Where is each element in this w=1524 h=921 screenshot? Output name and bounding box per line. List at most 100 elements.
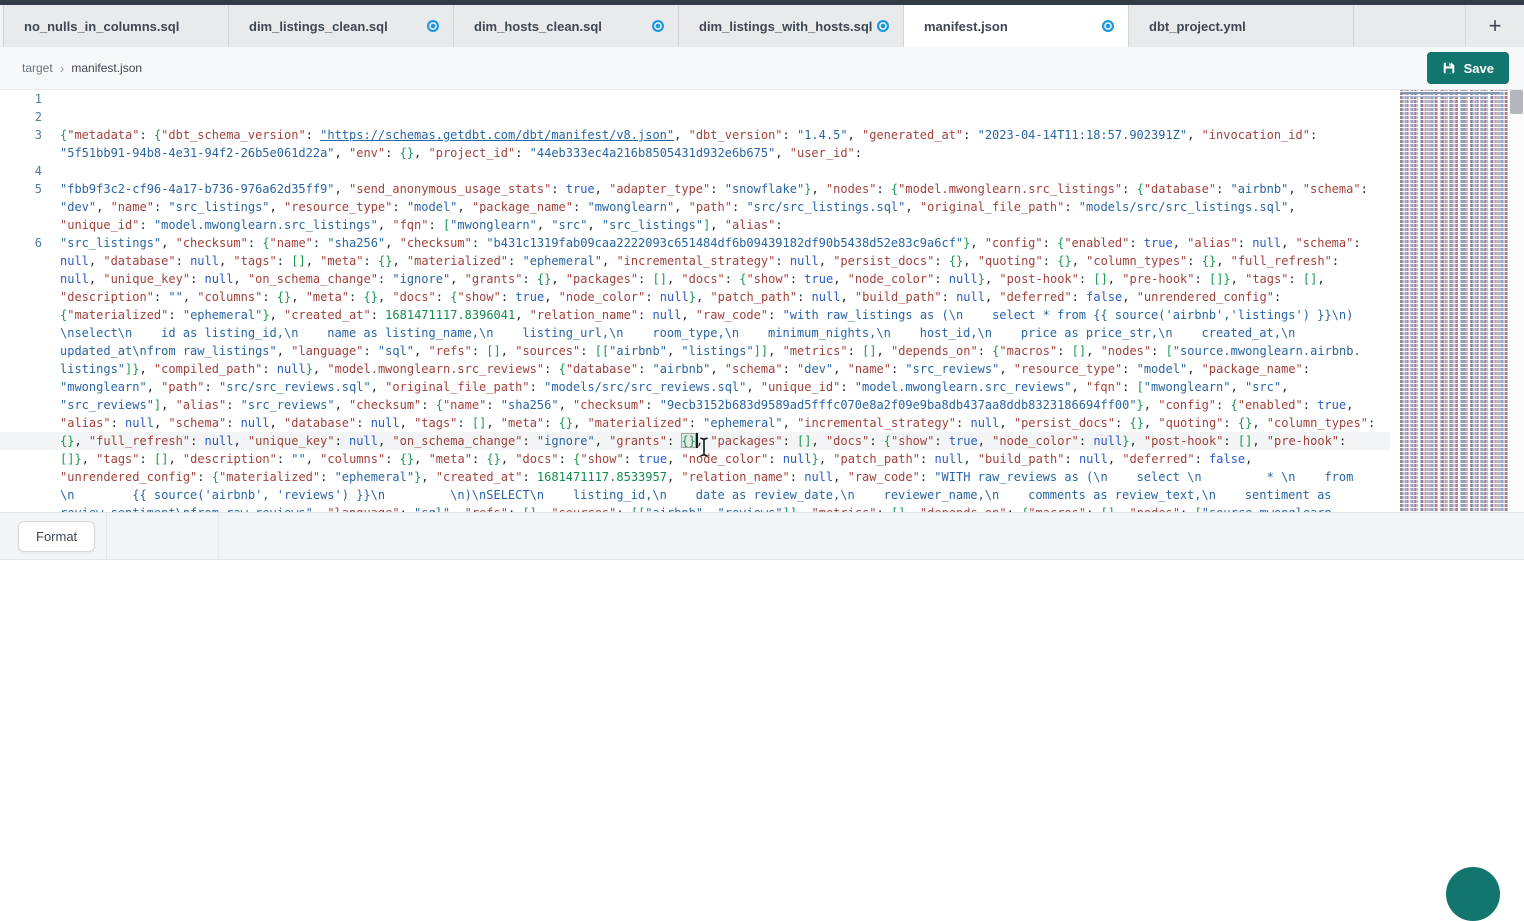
help-floating-button[interactable] [1446,867,1500,921]
editor-line[interactable]: 3{"metadata": {"dbt_schema_version": "ht… [0,126,1390,144]
editor-line[interactable]: "alias": null, "schema": null, "database… [0,414,1390,432]
editor-line[interactable]: \n {{ source('airbnb', 'reviews') }}\n \… [0,486,1390,504]
line-content: "fbb9f3c2-cf96-4a17-b736-976a62d35ff9", … [60,180,1390,198]
line-content: "description": "", "columns": {}, "meta"… [60,288,1390,306]
line-number [0,468,60,486]
line-number [0,288,60,306]
line-number [0,324,60,342]
tab-label: dbt_project.yml [1149,19,1246,34]
line-number [0,432,60,450]
editor-tab-bar: no_nulls_in_columns.sql dim_listings_clea… [0,5,1524,47]
line-content: null, "unique_key": null, "on_schema_cha… [60,270,1390,288]
line-content: "dev", "name": "src_listings", "resource… [60,198,1390,216]
editor-line[interactable]: "mwonglearn", "path": "src/src_reviews.s… [0,378,1390,396]
minimap[interactable] [1400,90,1508,512]
code-editor[interactable]: 123{"metadata": {"dbt_schema_version": "… [0,90,1524,512]
line-number [0,270,60,288]
editor-line[interactable]: {"materialized": "ephemeral"}, "created_… [0,306,1390,324]
line-content: {"metadata": {"dbt_schema_version": "htt… [60,126,1390,144]
editor-line[interactable]: {}, "full_refresh": null, "unique_key": … [0,432,1390,450]
editor-line[interactable]: "unique_id": "model.mwonglearn.src_listi… [0,216,1390,234]
line-content: []}, "tags": [], "description": "", "col… [60,450,1390,468]
line-number [0,504,60,512]
mouse-ibeam-cursor [697,436,711,458]
breadcrumb-file: manifest.json [71,61,142,75]
tab-label: dim_listings_with_hosts.sql [699,19,872,34]
unsaved-changes-dot-icon [1102,20,1114,32]
line-number [0,252,60,270]
editor-line[interactable]: 2 [0,108,1390,126]
breadcrumb-bar: target › manifest.json Save [0,47,1524,90]
tab-no_nulls_in_columns.sql[interactable]: no_nulls_in_columns.sql [4,5,229,47]
editor-line[interactable]: "5f51bb91-94b8-4e31-94f2-26b5e061d22a", … [0,144,1390,162]
editor-line[interactable]: 4 [0,162,1390,180]
editor-line[interactable]: "description": "", "columns": {}, "meta"… [0,288,1390,306]
unsaved-changes-dot-icon [652,20,664,32]
line-content: "mwonglearn", "path": "src/src_reviews.s… [60,378,1390,396]
line-number [0,360,60,378]
editor-line[interactable]: []}, "tags": [], "description": "", "col… [0,450,1390,468]
save-floppy-icon [1442,61,1456,75]
line-content: "unrendered_config": {"materialized": "e… [60,468,1390,486]
line-content: \nselect\n id as listing_id,\n name as l… [60,324,1390,342]
editor-action-bar: Format [0,512,1524,560]
tab-dim_listings_with_hosts.sql[interactable]: dim_listings_with_hosts.sql [679,5,904,47]
editor-line[interactable]: updated_at\nfrom raw_listings", "languag… [0,342,1390,360]
editor-line[interactable]: listings"]}, "compiled_path": null}, "mo… [0,360,1390,378]
line-number [0,396,60,414]
line-content [60,108,1390,126]
unsaved-changes-dot-icon [877,20,889,32]
format-button[interactable]: Format [18,521,95,552]
tab-dim_listings_clean.sql[interactable]: dim_listings_clean.sql [229,5,454,47]
new-tab-button[interactable]: + [1466,5,1524,47]
line-content: "src_reviews"], "alias": "src_reviews", … [60,396,1390,414]
breadcrumb-folder: target [22,61,53,75]
action-bar-divider [106,513,107,559]
save-button[interactable]: Save [1427,52,1509,84]
editor-line[interactable]: null, "database": null, "tags": [], "met… [0,252,1390,270]
tab-label: dim_listings_clean.sql [249,19,388,34]
line-number [0,216,60,234]
editor-line[interactable]: "unrendered_config": {"materialized": "e… [0,468,1390,486]
line-number [0,378,60,396]
unsaved-changes-dot-icon [427,20,439,32]
chevron-right-icon: › [60,60,65,76]
line-number: 3 [0,126,60,144]
line-content: "alias": null, "schema": null, "database… [60,414,1390,432]
line-number [0,144,60,162]
save-button-label: Save [1464,61,1494,76]
tab-manifest.json[interactable]: manifest.json [904,5,1129,47]
line-number: 6 [0,234,60,252]
editor-line[interactable]: "src_reviews"], "alias": "src_reviews", … [0,396,1390,414]
line-content: updated_at\nfrom raw_listings", "languag… [60,342,1390,360]
editor-line[interactable]: 6"src_listings", "checksum": {"name": "s… [0,234,1390,252]
line-number: 2 [0,108,60,126]
line-content [60,90,1390,108]
editor-scrollbar[interactable] [1509,90,1524,512]
line-content: "5f51bb91-94b8-4e31-94f2-26b5e061d22a", … [60,144,1390,162]
tab-label: manifest.json [924,19,1008,34]
editor-line[interactable]: \nselect\n id as listing_id,\n name as l… [0,324,1390,342]
tab-label: dim_hosts_clean.sql [474,19,602,34]
line-number [0,414,60,432]
line-content: "src_listings", "checksum": {"name": "sh… [60,234,1390,252]
editor-line[interactable]: review_sentiment\nfrom raw_reviews", "la… [0,504,1390,512]
editor-line[interactable]: "dev", "name": "src_listings", "resource… [0,198,1390,216]
line-content: null, "database": null, "tags": [], "met… [60,252,1390,270]
editor-line[interactable]: 1 [0,90,1390,108]
line-content: \n {{ source('airbnb', 'reviews') }}\n \… [60,486,1390,504]
line-content: {"materialized": "ephemeral"}, "created_… [60,306,1390,324]
tab-dim_hosts_clean.sql[interactable]: dim_hosts_clean.sql [454,5,679,47]
line-content [60,162,1390,180]
scrollbar-thumb[interactable] [1510,90,1523,114]
editor-line[interactable]: null, "unique_key": null, "on_schema_cha… [0,270,1390,288]
line-content: {}, "full_refresh": null, "unique_key": … [60,432,1390,450]
tab-dbt_project.yml[interactable]: dbt_project.yml [1129,5,1354,47]
results-pane [0,561,1524,875]
code-lines: 123{"metadata": {"dbt_schema_version": "… [0,90,1390,512]
line-number [0,342,60,360]
line-number [0,486,60,504]
editor-line[interactable]: 5"fbb9f3c2-cf96-4a17-b736-976a62d35ff9",… [0,180,1390,198]
pane-divider [218,513,219,559]
line-number [0,198,60,216]
